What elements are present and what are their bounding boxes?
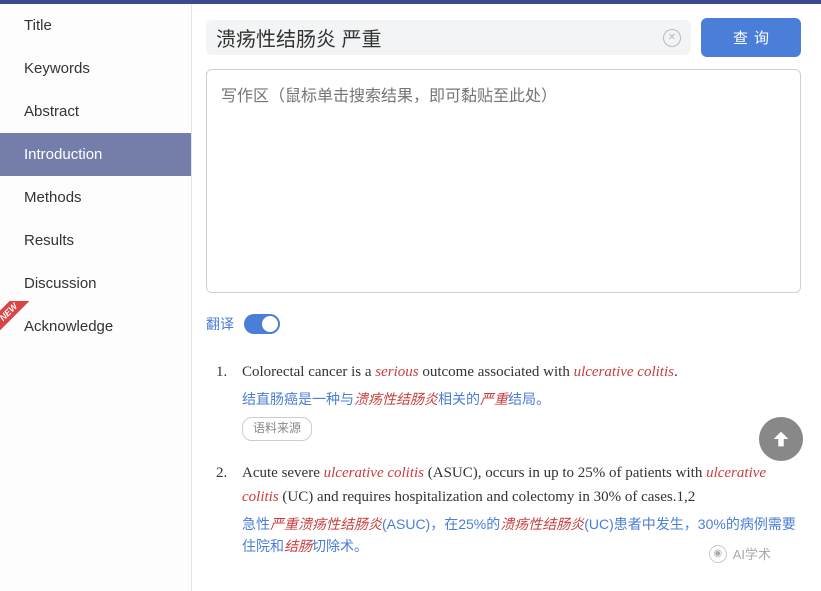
clear-icon[interactable]: ✕: [663, 29, 681, 47]
result-chinese: 结直肠癌是一种与溃疡性结肠炎相关的严重结局。: [242, 388, 801, 410]
scroll-top-button[interactable]: [759, 417, 803, 461]
wechat-icon: ◉: [709, 545, 727, 563]
new-badge-icon: [0, 301, 30, 335]
arrow-up-icon: [770, 428, 792, 450]
sidebar-item-results[interactable]: Results: [0, 219, 191, 262]
translate-toggle-row: 翻译: [206, 314, 801, 334]
sidebar-item-methods[interactable]: Methods: [0, 176, 191, 219]
sidebar-item-label: Discussion: [24, 275, 97, 292]
sidebar: Title Keywords Abstract Introduction Met…: [0, 4, 192, 591]
sidebar-item-label: Title: [24, 17, 52, 34]
sidebar-item-keywords[interactable]: Keywords: [0, 47, 191, 90]
search-row: ✕ 查询: [206, 18, 801, 57]
source-button[interactable]: 语料来源: [242, 417, 312, 440]
writing-area[interactable]: [206, 69, 801, 293]
watermark-text: AI学术: [733, 544, 771, 563]
search-box: ✕: [206, 20, 691, 55]
sidebar-item-introduction[interactable]: Introduction: [0, 133, 191, 176]
result-item[interactable]: 1. Colorectal cancer is a serious outcom…: [216, 360, 801, 441]
result-content: Colorectal cancer is a serious outcome a…: [242, 360, 801, 441]
sidebar-item-acknowledge[interactable]: Acknowledge: [0, 305, 191, 348]
result-number: 2.: [216, 461, 242, 564]
sidebar-item-label: Keywords: [24, 60, 90, 77]
search-button[interactable]: 查询: [701, 18, 801, 57]
sidebar-item-title[interactable]: Title: [0, 4, 191, 47]
sidebar-item-abstract[interactable]: Abstract: [0, 90, 191, 133]
result-english: Acute severe ulcerative colitis (ASUC), …: [242, 461, 801, 509]
translate-toggle[interactable]: [244, 314, 280, 334]
main-content: ✕ 查询 翻译 1. Colorectal cancer is a seriou…: [192, 4, 821, 591]
sidebar-item-label: Introduction: [24, 146, 102, 163]
sidebar-item-label: Results: [24, 232, 74, 249]
results-list: 1. Colorectal cancer is a serious outcom…: [206, 360, 801, 563]
translate-label: 翻译: [206, 314, 234, 334]
sidebar-item-label: Methods: [24, 189, 82, 206]
search-input[interactable]: [216, 26, 663, 49]
sidebar-item-label: Abstract: [24, 103, 79, 120]
result-number: 1.: [216, 360, 242, 441]
sidebar-item-discussion[interactable]: Discussion: [0, 262, 191, 305]
watermark: ◉ AI学术: [709, 544, 771, 563]
sidebar-item-label: Acknowledge: [24, 318, 113, 335]
result-english: Colorectal cancer is a serious outcome a…: [242, 360, 801, 384]
